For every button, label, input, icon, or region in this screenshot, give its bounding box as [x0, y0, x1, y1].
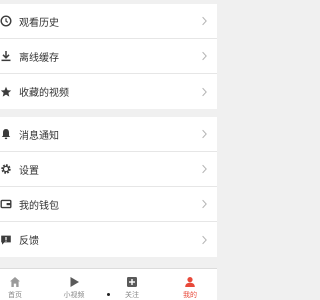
- tab-short-video[interactable]: 小视频: [54, 269, 94, 300]
- chevron-right-icon: [202, 129, 207, 139]
- menu-item-settings[interactable]: 设置: [0, 152, 217, 187]
- download-icon: [1, 51, 11, 62]
- menu-item-label: 消息通知: [19, 130, 59, 142]
- gear-icon: [1, 164, 11, 174]
- add-box-icon: [127, 277, 137, 287]
- bell-icon: [1, 129, 11, 140]
- tab-label: 小视频: [63, 291, 85, 299]
- chevron-right-icon: [202, 199, 207, 209]
- tab-label: 首页: [8, 291, 22, 299]
- user-icon: [185, 277, 195, 287]
- menu-item-offline-cache[interactable]: 离线缓存: [0, 39, 217, 74]
- menu-item-label: 观看历史: [19, 17, 59, 29]
- tab-follow[interactable]: 关注: [112, 269, 152, 300]
- feedback-icon: [1, 235, 11, 245]
- menu-item-feedback[interactable]: 反馈: [0, 222, 217, 257]
- menu-item-favorites[interactable]: 收藏的视频: [0, 74, 217, 109]
- menu-group-primary: 观看历史 离线缓存 收藏的视频: [0, 4, 217, 109]
- menu-item-notifications[interactable]: 消息通知: [0, 117, 217, 152]
- tab-label: 关注: [125, 291, 139, 299]
- menu-item-wallet[interactable]: 我的钱包: [0, 187, 217, 222]
- menu-item-label: 反馈: [19, 236, 39, 247]
- tab-mine[interactable]: 我的: [170, 269, 210, 300]
- home-icon: [10, 277, 20, 287]
- page-indicator-dot: [107, 293, 110, 296]
- wallet-icon: [0, 199, 12, 209]
- menu-item-label: 我的钱包: [19, 200, 59, 212]
- menu-item-label: 离线缓存: [19, 52, 59, 64]
- chevron-right-icon: [202, 87, 207, 96]
- menu-group-secondary: 消息通知 设置 我的钱包 反馈: [0, 117, 217, 257]
- menu-item-watch-history[interactable]: 观看历史: [0, 4, 217, 39]
- star-icon: [0, 86, 12, 97]
- menu-item-label: 收藏的视频: [19, 88, 69, 99]
- chevron-right-icon: [202, 16, 207, 26]
- tab-label: 我的: [183, 291, 197, 299]
- tab-home[interactable]: 首页: [0, 269, 35, 300]
- chevron-right-icon: [202, 164, 207, 174]
- chevron-right-icon: [202, 51, 207, 61]
- chevron-right-icon: [202, 235, 207, 244]
- play-icon: [70, 277, 79, 287]
- clock-icon: [0, 15, 12, 27]
- menu-item-label: 设置: [19, 165, 39, 177]
